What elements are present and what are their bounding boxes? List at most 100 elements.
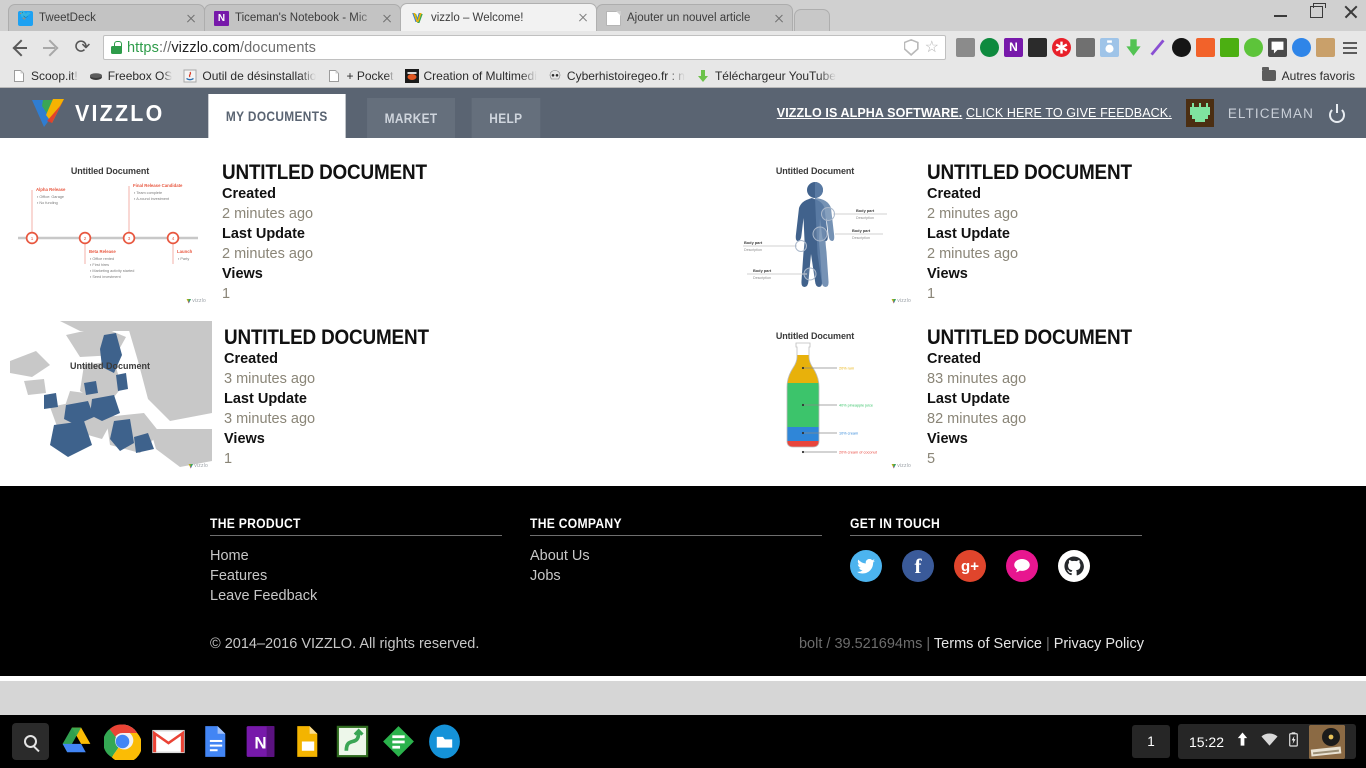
star-icon[interactable]: ☆ [925,39,939,56]
footer-link-features[interactable]: Features [210,566,530,586]
chrome-menu-icon[interactable] [1340,38,1360,57]
reload-icon[interactable]: ⟳ [68,33,97,62]
extension-green-arrow[interactable] [1124,38,1143,57]
back-button[interactable] [6,33,35,62]
browser-tab[interactable]: Ticeman's Notebook - Mic [204,4,401,31]
divider [850,535,1142,536]
extension-blocks[interactable] [956,38,975,57]
shield-icon[interactable] [903,39,919,56]
footer-link-jobs[interactable]: Jobs [530,566,850,586]
extension-cat[interactable] [1316,38,1335,57]
facebook-icon[interactable]: f [902,550,934,582]
user-avatar[interactable] [1309,724,1345,759]
google-drive-icon[interactable] [58,723,95,760]
launcher-search-icon[interactable] [12,723,49,760]
feedback-link[interactable]: CLICK HERE TO GIVE FEEDBACK. [966,106,1172,120]
address-bar[interactable]: https://vizzlo.com/documents ☆ [103,35,946,60]
green-app-icon[interactable] [334,723,371,760]
document-thumbnail-body[interactable]: Untitled Document Body part Description … [715,156,915,308]
tweetdeck-icon [18,10,33,26]
document-thumbnail-timeline[interactable]: Untitled Document 1 2 3 4 Alpha Release … [10,156,210,308]
svg-text:1: 1 [31,236,34,241]
extension-green-print[interactable] [1220,38,1239,57]
privacy-policy-link[interactable]: Privacy Policy [1054,636,1144,652]
extension-purple-feather[interactable] [1148,38,1167,57]
alpha-notice[interactable]: VIZZLO IS ALPHA SOFTWARE. CLICK HERE TO … [777,106,1172,120]
google-docs-icon[interactable] [196,723,233,760]
extension-asterisk-red[interactable] [1052,38,1071,57]
forward-button[interactable] [37,33,66,62]
google-plus-icon[interactable]: g+ [954,550,986,582]
tab-market[interactable]: MARKET [366,98,455,138]
bookmark-item[interactable]: Scoop.it! [8,68,85,84]
close-icon[interactable] [772,11,786,25]
document-card[interactable]: Untitled Document vizzlo UNTITLED DOCUME… [0,321,683,486]
document-card[interactable]: Untitled Document 1 2 3 4 Alpha Release … [0,156,683,321]
github-icon[interactable] [1058,550,1090,582]
files-icon[interactable] [426,723,463,760]
tab-help[interactable]: HELP [471,98,540,138]
close-window-icon[interactable] [1342,3,1360,21]
green-download-icon [696,69,710,83]
tab-my-documents[interactable]: MY DOCUMENTS [208,94,346,138]
document-thumbnail-bottle[interactable]: Untitled Document 20% rum 40% pineapple … [715,321,915,473]
bookmark-item[interactable]: Cyberhistoiregeo.fr : n [544,68,692,84]
footer-link-leave-feedback[interactable]: Leave Feedback [210,586,530,606]
extension-dark-lens[interactable] [1172,38,1191,57]
extension-camera[interactable] [1100,38,1119,57]
feedly-icon[interactable] [380,723,417,760]
footer-column-company: THE COMPANY About Us Jobs [530,516,850,606]
bookmark-item[interactable]: Téléchargeur YouTube [692,68,843,84]
wifi-icon[interactable] [1261,732,1278,751]
browser-toolbar: ⟳ https://vizzlo.com/documents ☆ N [0,31,1366,64]
bookmark-item[interactable]: Creation of Multimedi [401,68,544,84]
gmail-icon[interactable] [150,723,187,760]
extension-green-dot[interactable] [1244,38,1263,57]
maximize-icon[interactable] [1307,3,1326,21]
minimize-icon[interactable] [1272,3,1290,21]
extension-green-download[interactable] [980,38,999,57]
battery-icon[interactable] [1289,731,1298,752]
documents-row: Untitled Document 1 2 3 4 Alpha Release … [0,156,1366,321]
browser-tab-active[interactable]: vizzlo – Welcome! [400,3,597,31]
bookmark-item[interactable]: Freebox OS [85,68,180,84]
browser-tab[interactable]: TweetDeck [8,4,205,31]
extension-film[interactable] [1028,38,1047,57]
document-card[interactable]: Untitled Document [683,156,1366,321]
bookmark-item[interactable]: Outil de désinstallatio [179,68,323,84]
document-card[interactable]: Untitled Document [683,321,1366,486]
other-bookmarks-button[interactable]: Autres favoris [1261,67,1358,83]
svg-text:Final Release Candidate: Final Release Candidate [133,183,183,188]
extension-blue-fox[interactable] [1292,38,1311,57]
onenote-icon[interactable]: N [242,723,279,760]
vizzlo-logo[interactable]: VIZZLO [0,88,171,138]
power-icon[interactable] [1328,104,1346,123]
vizzlo-wordmark: VIZZLO [75,99,165,126]
svg-text:▪ Office: Garage: ▪ Office: Garage [37,195,64,199]
google-slides-icon[interactable] [288,723,325,760]
close-icon[interactable] [576,11,590,25]
extension-grey-app[interactable] [1076,38,1095,57]
pixel-avatar-icon[interactable] [1185,99,1214,127]
footer-link-about-us[interactable]: About Us [530,546,850,566]
folder-icon [1261,67,1276,81]
terms-of-service-link[interactable]: Terms of Service [934,636,1042,652]
extension-onenote[interactable]: N [1004,38,1023,57]
last-update-value: 82 minutes ago [927,411,1027,427]
extension-speech-bubble[interactable] [1268,38,1287,57]
extension-orange-book[interactable] [1196,38,1215,57]
upload-icon[interactable] [1235,731,1250,752]
close-icon[interactable] [380,11,394,25]
browser-tab[interactable]: Ajouter un nouvel article [596,4,793,31]
svg-text:Body part: Body part [753,268,772,273]
status-area[interactable]: 15:22 [1177,724,1356,759]
footer-link-home[interactable]: Home [210,546,530,566]
twitter-icon[interactable] [850,550,882,582]
chrome-icon[interactable] [103,723,142,763]
bookmark-item[interactable]: + Pocket [323,68,400,84]
desktop-count-button[interactable]: 1 [1131,725,1170,758]
close-icon[interactable] [184,11,198,25]
chat-icon[interactable] [1006,550,1038,582]
document-thumbnail-map[interactable]: Untitled Document vizzlo [10,321,212,473]
new-tab-button[interactable] [794,9,830,31]
